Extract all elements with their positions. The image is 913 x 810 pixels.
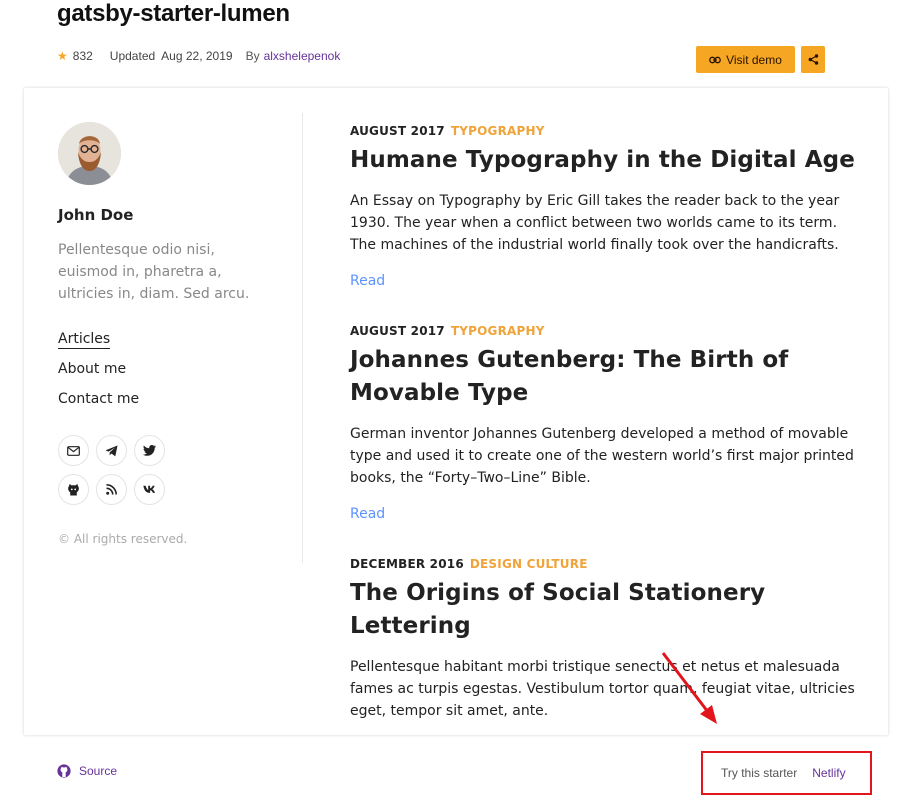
- social-links: [58, 435, 165, 505]
- github-icon: [57, 764, 71, 778]
- article-date: AUGUST 2017: [350, 124, 445, 138]
- article-date: AUGUST 2017: [350, 324, 445, 338]
- netlify-link[interactable]: Netlify: [812, 766, 845, 780]
- author-bio: Pellentesque odio nisi, euismod in, phar…: [58, 242, 250, 302]
- copyright: © All rights reserved.: [58, 532, 188, 546]
- read-link[interactable]: Read: [350, 273, 385, 289]
- updated-date: Aug 22, 2019: [161, 49, 233, 63]
- source-label: Source: [79, 764, 118, 778]
- try-starter-box: Try this starter Netlify: [701, 751, 872, 795]
- avatar[interactable]: [58, 122, 121, 185]
- nav-item-about-label: About me: [58, 361, 127, 377]
- email-icon[interactable]: [58, 435, 89, 466]
- visit-demo-label: Visit demo: [726, 52, 782, 67]
- sidebar: John Doe Pellentesque odio nisi, euismod…: [24, 88, 303, 735]
- article-title[interactable]: Johannes Gutenberg: The Birth of Movable…: [350, 344, 860, 410]
- starter-meta: ★ 832 Updated Aug 22, 2019 By alxshelepe…: [57, 49, 340, 63]
- article-category[interactable]: TYPOGRAPHY: [451, 324, 545, 338]
- page-title: gatsby-starter-lumen: [57, 0, 290, 27]
- vk-icon[interactable]: [134, 474, 165, 505]
- article-title[interactable]: Humane Typography in the Digital Age: [350, 144, 860, 177]
- by-label: By: [245, 49, 260, 63]
- article-date: DECEMBER 2016: [350, 557, 464, 571]
- article-item: AUGUST 2017 TYPOGRAPHY Humane Typography …: [350, 124, 860, 289]
- author-link[interactable]: alxshelepenok: [264, 49, 341, 63]
- source-link[interactable]: Source: [57, 764, 117, 778]
- article-item: DECEMBER 2016 DESIGN CULTURE The Origins …: [350, 557, 860, 722]
- article-excerpt: An Essay on Typography by Eric Gill take…: [350, 193, 840, 253]
- try-starter-label: Try this starter: [721, 766, 798, 780]
- article-meta: DECEMBER 2016 DESIGN CULTURE: [350, 557, 860, 571]
- stars-count: 832: [72, 49, 93, 63]
- article-excerpt: German inventor Johannes Gutenberg devel…: [350, 426, 854, 486]
- author-name[interactable]: John Doe: [58, 206, 133, 224]
- article-category[interactable]: TYPOGRAPHY: [451, 124, 545, 138]
- rss-icon[interactable]: [96, 474, 127, 505]
- nav-item-contact-label: Contact me: [58, 391, 140, 407]
- article-item: AUGUST 2017 TYPOGRAPHY Johannes Gutenberg…: [350, 324, 860, 522]
- telegram-icon[interactable]: [96, 435, 127, 466]
- nav-item-articles[interactable]: Articles: [58, 329, 139, 359]
- article-excerpt: Pellentesque habitant morbi tristique se…: [350, 659, 855, 719]
- read-link[interactable]: Read: [350, 506, 385, 522]
- article-meta: AUGUST 2017 TYPOGRAPHY: [350, 324, 860, 338]
- github-icon[interactable]: [58, 474, 89, 505]
- link-icon: [709, 55, 721, 65]
- sidebar-divider: [302, 113, 303, 563]
- nav-item-articles-label: Articles: [58, 331, 111, 349]
- sidebar-nav: Articles About me Contact me: [58, 329, 139, 419]
- article-category[interactable]: DESIGN CULTURE: [470, 557, 588, 571]
- nav-item-contact[interactable]: Contact me: [58, 389, 139, 419]
- share-icon: [808, 50, 819, 69]
- twitter-icon[interactable]: [134, 435, 165, 466]
- article-title[interactable]: The Origins of Social Stationery Letteri…: [350, 577, 860, 643]
- article-meta: AUGUST 2017 TYPOGRAPHY: [350, 124, 860, 138]
- updated-label: Updated: [109, 49, 156, 63]
- visit-demo-button[interactable]: Visit demo: [696, 46, 795, 73]
- share-button[interactable]: [801, 46, 825, 73]
- star-icon: ★: [57, 49, 68, 63]
- demo-preview-frame: John Doe Pellentesque odio nisi, euismod…: [24, 88, 888, 735]
- nav-item-about[interactable]: About me: [58, 359, 139, 389]
